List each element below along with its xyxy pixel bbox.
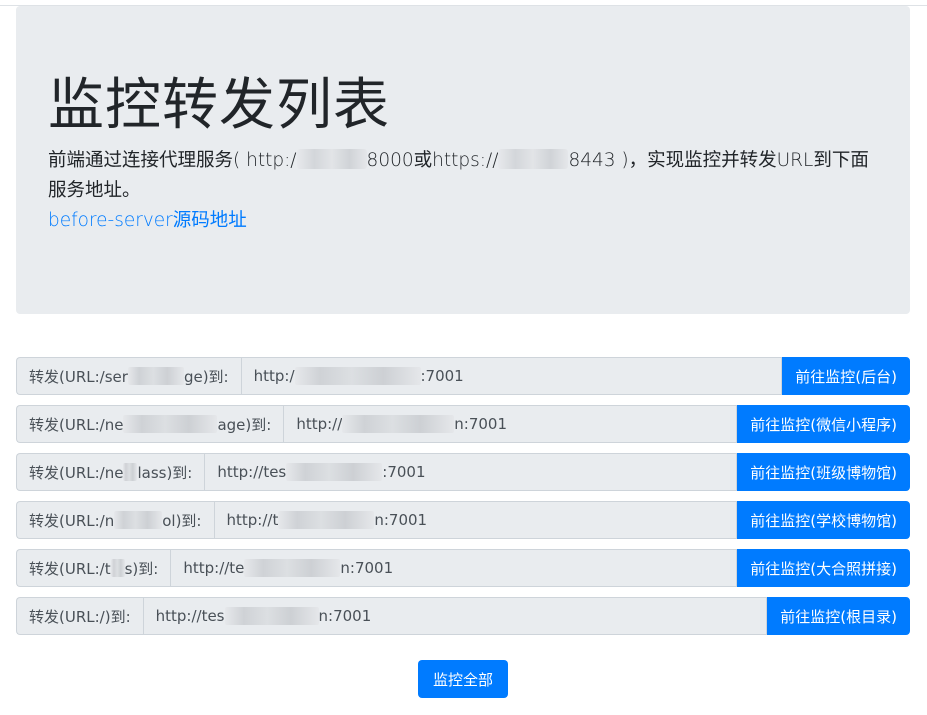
lead-part-1: 前端通过连接代理服务( http:/: [48, 150, 297, 171]
goto-monitor-button[interactable]: 前往监控(大合照拼接): [737, 549, 910, 587]
redacted-host: [498, 149, 569, 169]
route-prefix-start: 转发(URL:/n: [29, 511, 115, 530]
route-url-start: http://tes: [217, 463, 287, 481]
route-url-end: n:7001: [318, 607, 372, 625]
route-url: http://te n:7001: [170, 549, 738, 587]
route-url-start: http://te: [183, 559, 245, 577]
route-prefix: 转发(URL:/t s)到:: [16, 549, 171, 587]
redacted-host: [294, 367, 421, 385]
route-prefix-start: 转发(URL:/ne: [29, 463, 124, 482]
goto-monitor-button[interactable]: 前往监控(根目录): [767, 597, 910, 635]
route-prefix-start: 转发(URL:/ser: [29, 367, 128, 386]
route-list: 转发(URL:/ser ge)到: http:/ :7001 前往监控(后台) 转发…: [16, 357, 910, 645]
jumbotron-header: 监控转发列表 前端通过连接代理服务( http:/8000或https://84…: [16, 6, 910, 314]
redacted-host: [342, 415, 455, 433]
redacted-host: [278, 511, 375, 529]
page-title: 监控转发列表: [48, 73, 390, 138]
route-row: 转发(URL:/ne lass)到: http://tes :7001 前往监控(班…: [16, 453, 910, 491]
redacted-path: [110, 559, 125, 577]
redacted-host: [244, 559, 341, 577]
redacted-host: [286, 463, 383, 481]
route-url-start: http://: [296, 415, 343, 433]
route-prefix-end: ge)到:: [183, 367, 229, 386]
route-prefix: 转发(URL:/ne age)到:: [16, 405, 284, 443]
redacted-path: [127, 367, 184, 385]
redacted-path: [123, 415, 218, 433]
source-code-link[interactable]: before-server源码地址: [48, 206, 247, 236]
route-prefix-start: 转发(URL:/ne: [29, 415, 124, 434]
route-prefix-end: age)到:: [217, 415, 272, 434]
redacted-host: [224, 607, 319, 625]
route-row: 转发(URL:/n ol)到: http://t n:7001 前往监控(学校博物馆…: [16, 501, 910, 539]
route-url: http:// n:7001: [283, 405, 738, 443]
lead-description: 前端通过连接代理服务( http:/8000或https://8443 )，实现…: [48, 146, 878, 206]
redacted-path: [114, 511, 163, 529]
route-url-end: :7001: [420, 367, 464, 385]
route-url-end: n:7001: [374, 511, 428, 529]
route-row: 转发(URL:/ne age)到: http:// n:7001 前往监控(微信小程…: [16, 405, 910, 443]
route-url: http://tes :7001: [204, 453, 738, 491]
route-prefix-start: 转发(URL:/)到:: [29, 607, 131, 626]
route-row: 转发(URL:/t s)到: http://te n:7001 前往监控(大合照拼接…: [16, 549, 910, 587]
route-url: http://t n:7001: [213, 501, 738, 539]
route-prefix: 转发(URL:/ser ge)到:: [16, 357, 241, 395]
route-prefix-end: ol)到:: [162, 511, 202, 530]
route-prefix: 转发(URL:/ne lass)到:: [16, 453, 205, 491]
route-url: http://tes n:7001: [142, 597, 768, 635]
goto-monitor-button[interactable]: 前往监控(后台): [782, 357, 910, 395]
route-row: 转发(URL:/ser ge)到: http:/ :7001 前往监控(后台): [16, 357, 910, 395]
route-url-start: http:/: [253, 367, 295, 385]
route-prefix-start: 转发(URL:/t: [29, 559, 111, 578]
route-url-start: http://t: [226, 511, 279, 529]
route-url-end: :7001: [382, 463, 426, 481]
monitor-all-button[interactable]: 监控全部: [418, 660, 508, 698]
route-url: http:/ :7001: [240, 357, 783, 395]
route-prefix: 转发(URL:/n ol)到:: [16, 501, 214, 539]
route-row: 转发(URL:/)到: http://tes n:7001 前往监控(根目录): [16, 597, 910, 635]
route-prefix-end: s)到:: [124, 559, 159, 578]
route-prefix: 转发(URL:/)到:: [16, 597, 143, 635]
route-url-start: http://tes: [155, 607, 225, 625]
route-url-end: n:7001: [340, 559, 394, 577]
redacted-host: [296, 149, 367, 169]
lead-part-2: 8000或https://: [366, 150, 499, 171]
route-prefix-end: lass)到:: [137, 463, 193, 482]
redacted-path: [123, 463, 138, 481]
goto-monitor-button[interactable]: 前往监控(班级博物馆): [737, 453, 910, 491]
route-url-end: n:7001: [454, 415, 508, 433]
goto-monitor-button[interactable]: 前往监控(学校博物馆): [737, 501, 910, 539]
goto-monitor-button[interactable]: 前往监控(微信小程序): [737, 405, 910, 443]
